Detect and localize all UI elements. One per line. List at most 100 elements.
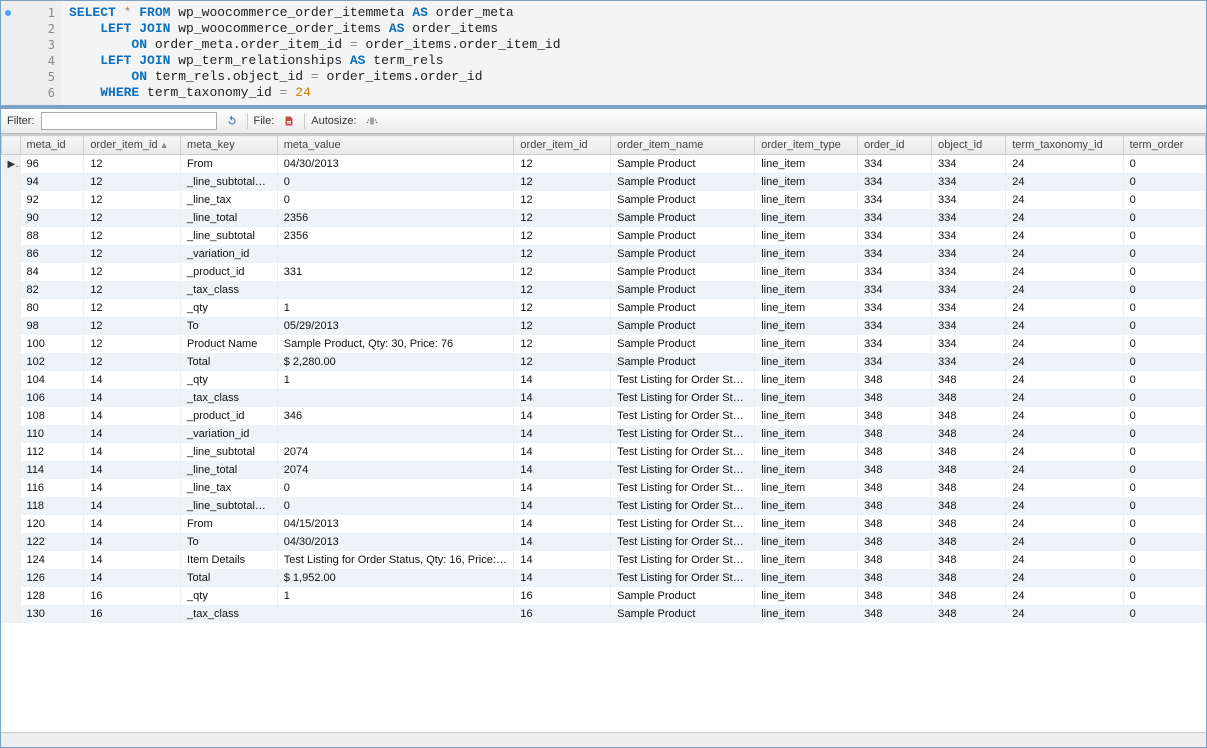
cell[interactable]: Sample Product bbox=[611, 209, 755, 227]
cell[interactable]: 12 bbox=[514, 281, 611, 299]
cell[interactable]: line_item bbox=[755, 569, 858, 587]
cell[interactable]: 14 bbox=[84, 371, 181, 389]
cell[interactable]: _variation_id bbox=[181, 425, 278, 443]
cell[interactable]: 348 bbox=[932, 587, 1006, 605]
cell[interactable]: 04/30/2013 bbox=[277, 533, 514, 551]
cell[interactable]: 98 bbox=[20, 317, 84, 335]
cell[interactable]: 14 bbox=[84, 479, 181, 497]
cell[interactable]: 16 bbox=[514, 605, 611, 623]
cell[interactable]: 334 bbox=[858, 155, 932, 174]
cell[interactable]: 346 bbox=[277, 407, 514, 425]
cell[interactable]: 92 bbox=[20, 191, 84, 209]
column-header[interactable]: order_item_id bbox=[514, 136, 611, 155]
cell[interactable]: 0 bbox=[1123, 497, 1205, 515]
cell[interactable]: 348 bbox=[932, 533, 1006, 551]
cell[interactable]: 12 bbox=[84, 281, 181, 299]
cell[interactable]: 90 bbox=[20, 209, 84, 227]
cell[interactable]: 12 bbox=[514, 317, 611, 335]
cell[interactable]: 348 bbox=[858, 533, 932, 551]
cell[interactable]: 24 bbox=[1006, 209, 1123, 227]
code-line[interactable]: ON order_meta.order_item_id = order_item… bbox=[69, 37, 1198, 53]
cell[interactable]: 334 bbox=[932, 335, 1006, 353]
sql-editor[interactable]: 123456 SELECT * FROM wp_woocommerce_orde… bbox=[1, 1, 1206, 107]
cell[interactable]: 334 bbox=[932, 299, 1006, 317]
table-row[interactable]: 13016_tax_class16Sample Productline_item… bbox=[2, 605, 1206, 623]
cell[interactable]: 16 bbox=[84, 587, 181, 605]
cell[interactable]: 334 bbox=[932, 227, 1006, 245]
cell[interactable]: Sample Product bbox=[611, 587, 755, 605]
cell[interactable]: 334 bbox=[858, 245, 932, 263]
table-row[interactable]: 12816_qty116Sample Productline_item34834… bbox=[2, 587, 1206, 605]
cell[interactable]: 0 bbox=[1123, 443, 1205, 461]
cell[interactable]: line_item bbox=[755, 461, 858, 479]
cell[interactable]: 334 bbox=[858, 227, 932, 245]
cell[interactable]: _line_tax bbox=[181, 191, 278, 209]
cell[interactable]: Sample Product bbox=[611, 263, 755, 281]
table-row[interactable]: 12614Total$ 1,952.0014Test Listing for O… bbox=[2, 569, 1206, 587]
cell[interactable]: 104 bbox=[20, 371, 84, 389]
cell[interactable]: Test Listing for Order Status bbox=[611, 551, 755, 569]
cell[interactable]: line_item bbox=[755, 191, 858, 209]
cell[interactable]: 334 bbox=[858, 353, 932, 371]
cell[interactable]: 348 bbox=[858, 605, 932, 623]
cell[interactable]: 12 bbox=[84, 299, 181, 317]
cell[interactable]: Sample Product bbox=[611, 353, 755, 371]
cell[interactable]: 1 bbox=[277, 371, 514, 389]
cell[interactable]: 348 bbox=[858, 515, 932, 533]
cell[interactable]: 112 bbox=[20, 443, 84, 461]
cell[interactable]: Product Name bbox=[181, 335, 278, 353]
cell[interactable]: 334 bbox=[932, 191, 1006, 209]
cell[interactable]: _line_total bbox=[181, 209, 278, 227]
table-row[interactable]: 9212_line_tax012Sample Productline_item3… bbox=[2, 191, 1206, 209]
cell[interactable]: _line_subtotal bbox=[181, 227, 278, 245]
cell[interactable]: 334 bbox=[932, 209, 1006, 227]
cell[interactable]: 12 bbox=[84, 191, 181, 209]
code-line[interactable]: ON term_rels.object_id = order_items.ord… bbox=[69, 69, 1198, 85]
cell[interactable]: 0 bbox=[1123, 155, 1205, 174]
cell[interactable]: _line_subtotal_tax bbox=[181, 497, 278, 515]
table-row[interactable]: 11014_variation_id14Test Listing for Ord… bbox=[2, 425, 1206, 443]
cell[interactable]: 122 bbox=[20, 533, 84, 551]
table-row[interactable]: 10614_tax_class14Test Listing for Order … bbox=[2, 389, 1206, 407]
cell[interactable]: 12 bbox=[84, 317, 181, 335]
cell[interactable]: 12 bbox=[514, 173, 611, 191]
table-row[interactable]: 9012_line_total235612Sample Productline_… bbox=[2, 209, 1206, 227]
cell[interactable]: 12 bbox=[514, 263, 611, 281]
cell[interactable]: Test Listing for Order Status bbox=[611, 443, 755, 461]
cell[interactable]: 0 bbox=[1123, 299, 1205, 317]
cell[interactable]: 14 bbox=[514, 443, 611, 461]
sql-code[interactable]: SELECT * FROM wp_woocommerce_order_itemm… bbox=[61, 1, 1206, 105]
table-row[interactable]: 8412_product_id33112Sample Productline_i… bbox=[2, 263, 1206, 281]
table-row[interactable]: 11214_line_subtotal207414Test Listing fo… bbox=[2, 443, 1206, 461]
cell[interactable]: _product_id bbox=[181, 263, 278, 281]
cell[interactable]: 14 bbox=[514, 533, 611, 551]
cell[interactable]: Test Listing for Order Status bbox=[611, 515, 755, 533]
cell[interactable]: 348 bbox=[932, 389, 1006, 407]
table-row[interactable]: 8812_line_subtotal235612Sample Productli… bbox=[2, 227, 1206, 245]
table-row[interactable]: 12214To04/30/201314Test Listing for Orde… bbox=[2, 533, 1206, 551]
cell[interactable]: 334 bbox=[932, 263, 1006, 281]
cell[interactable]: 12 bbox=[514, 245, 611, 263]
cell[interactable]: Sample Product bbox=[611, 155, 755, 174]
cell[interactable]: Sample Product bbox=[611, 245, 755, 263]
cell[interactable]: 0 bbox=[1123, 191, 1205, 209]
cell[interactable]: _qty bbox=[181, 299, 278, 317]
cell[interactable]: Test Listing for Order Status, Qty: 16, … bbox=[277, 551, 514, 569]
cell[interactable]: _line_total bbox=[181, 461, 278, 479]
cell[interactable]: 1 bbox=[277, 299, 514, 317]
horizontal-scrollbar[interactable] bbox=[1, 732, 1206, 747]
cell[interactable]: 334 bbox=[932, 281, 1006, 299]
cell[interactable]: 16 bbox=[514, 587, 611, 605]
cell[interactable]: 2074 bbox=[277, 443, 514, 461]
cell[interactable]: 108 bbox=[20, 407, 84, 425]
cell[interactable]: _variation_id bbox=[181, 245, 278, 263]
cell[interactable]: 24 bbox=[1006, 533, 1123, 551]
cell[interactable]: 14 bbox=[84, 551, 181, 569]
cell[interactable]: 24 bbox=[1006, 299, 1123, 317]
cell[interactable]: line_item bbox=[755, 263, 858, 281]
cell[interactable]: 0 bbox=[1123, 245, 1205, 263]
cell[interactable]: 0 bbox=[1123, 533, 1205, 551]
cell[interactable]: 0 bbox=[1123, 173, 1205, 191]
cell[interactable]: 12 bbox=[514, 209, 611, 227]
cell[interactable]: Sample Product bbox=[611, 299, 755, 317]
